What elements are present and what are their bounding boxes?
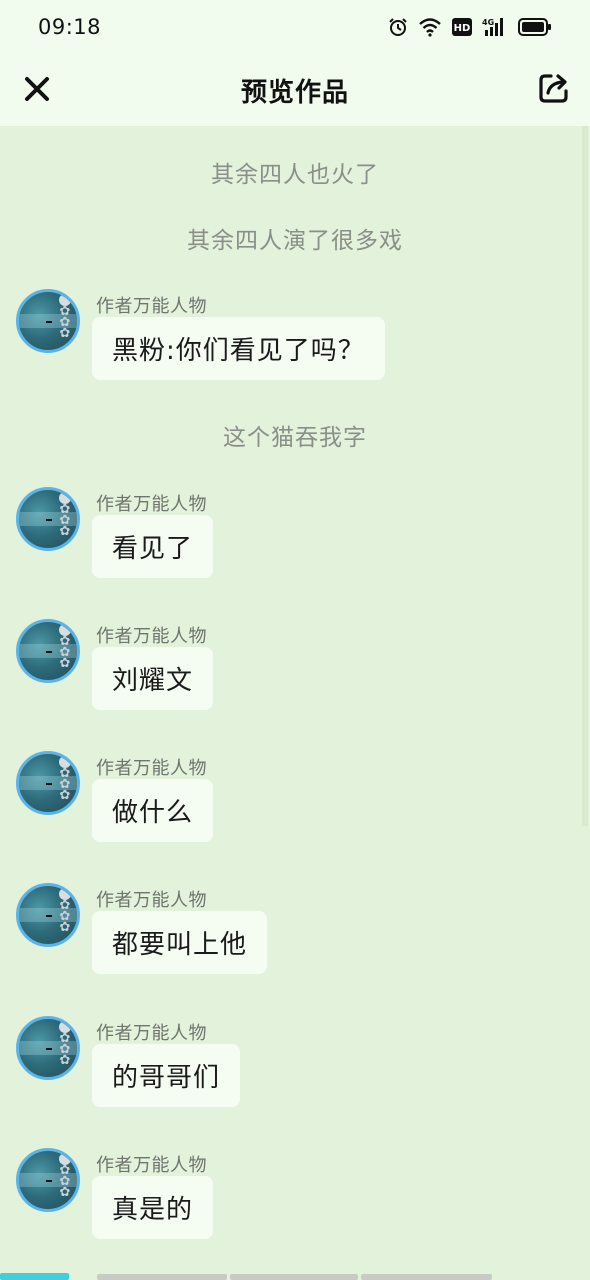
chat-message: ✿ ✿ ✿ 作者万能人物 的哥哥们 bbox=[0, 1016, 590, 1126]
battery-icon bbox=[518, 18, 551, 36]
progress-segment bbox=[230, 1274, 358, 1280]
alarm-icon bbox=[389, 18, 407, 36]
narration-text: 这个猫吞我字 bbox=[223, 425, 367, 451]
hd-icon: HD bbox=[452, 18, 472, 36]
progress-segment bbox=[361, 1274, 492, 1280]
wifi-icon bbox=[419, 18, 441, 37]
progress-segment bbox=[97, 1274, 227, 1280]
author-name: 作者万能人物 bbox=[96, 626, 207, 647]
avatar[interactable]: ✿ ✿ ✿ bbox=[16, 883, 80, 947]
avatar[interactable]: ✿ ✿ ✿ bbox=[16, 1016, 80, 1080]
svg-text:HD: HD bbox=[454, 23, 471, 34]
status-bar: 09:18 HD 4G bbox=[0, 0, 590, 54]
message-bubble[interactable]: 做什么 bbox=[92, 779, 214, 842]
progress-indicator bbox=[0, 1273, 590, 1280]
close-icon bbox=[25, 77, 49, 101]
svg-text:4G: 4G bbox=[482, 18, 494, 27]
author-name: 作者万能人物 bbox=[96, 758, 207, 779]
chat-message: ✿ ✿ ✿ 作者万能人物 做什么 bbox=[0, 751, 590, 861]
author-name: 作者万能人物 bbox=[96, 1155, 207, 1176]
chat-message: ✿ ✿ ✿ 作者万能人物 看见了 bbox=[0, 487, 590, 597]
progress-segment-active bbox=[0, 1273, 69, 1280]
message-bubble[interactable]: 看见了 bbox=[92, 515, 214, 578]
author-name: 作者万能人物 bbox=[96, 1023, 207, 1044]
avatar[interactable]: ✿ ✿ ✿ bbox=[16, 751, 80, 815]
chat-message: ✿ ✿ ✿ 作者万能人物 黑粉:你们看见了吗？ bbox=[0, 289, 590, 399]
message-bubble[interactable]: 都要叫上他 bbox=[92, 911, 268, 974]
status-icons: HD 4G bbox=[388, 17, 552, 37]
page-title: 预览作品 bbox=[240, 77, 349, 108]
share-icon bbox=[539, 74, 568, 103]
avatar[interactable]: ✿ ✿ ✿ bbox=[16, 487, 80, 551]
narration-text: 其余四人演了很多戏 bbox=[187, 228, 403, 254]
author-name: 作者万能人物 bbox=[96, 494, 207, 515]
close-button[interactable] bbox=[20, 72, 54, 106]
avatar[interactable]: ✿ ✿ ✿ bbox=[16, 1148, 80, 1212]
chat-message: ✿ ✿ ✿ 作者万能人物 都要叫上他 bbox=[0, 883, 590, 993]
message-bubble[interactable]: 真是的 bbox=[92, 1176, 214, 1239]
message-bubble[interactable]: 的哥哥们 bbox=[92, 1044, 241, 1107]
author-name: 作者万能人物 bbox=[96, 296, 207, 317]
message-bubble[interactable]: 黑粉:你们看见了吗？ bbox=[92, 317, 385, 380]
avatar[interactable]: ✿ ✿ ✿ bbox=[16, 289, 80, 353]
message-bubble[interactable]: 刘耀文 bbox=[92, 647, 214, 710]
author-name: 作者万能人物 bbox=[96, 890, 207, 911]
nav-bar: 预览作品 bbox=[0, 54, 590, 126]
signal-4g-icon: 4G bbox=[482, 18, 503, 36]
status-time: 09:18 bbox=[38, 15, 102, 39]
avatar[interactable]: ✿ ✿ ✿ bbox=[16, 619, 80, 683]
narration-text: 其余四人也火了 bbox=[211, 162, 379, 188]
share-button[interactable] bbox=[536, 70, 572, 106]
chat-message: ✿ ✿ ✿ 作者万能人物 真是的 bbox=[0, 1148, 590, 1258]
chat-message: ✿ ✿ ✿ 作者万能人物 刘耀文 bbox=[0, 619, 590, 729]
